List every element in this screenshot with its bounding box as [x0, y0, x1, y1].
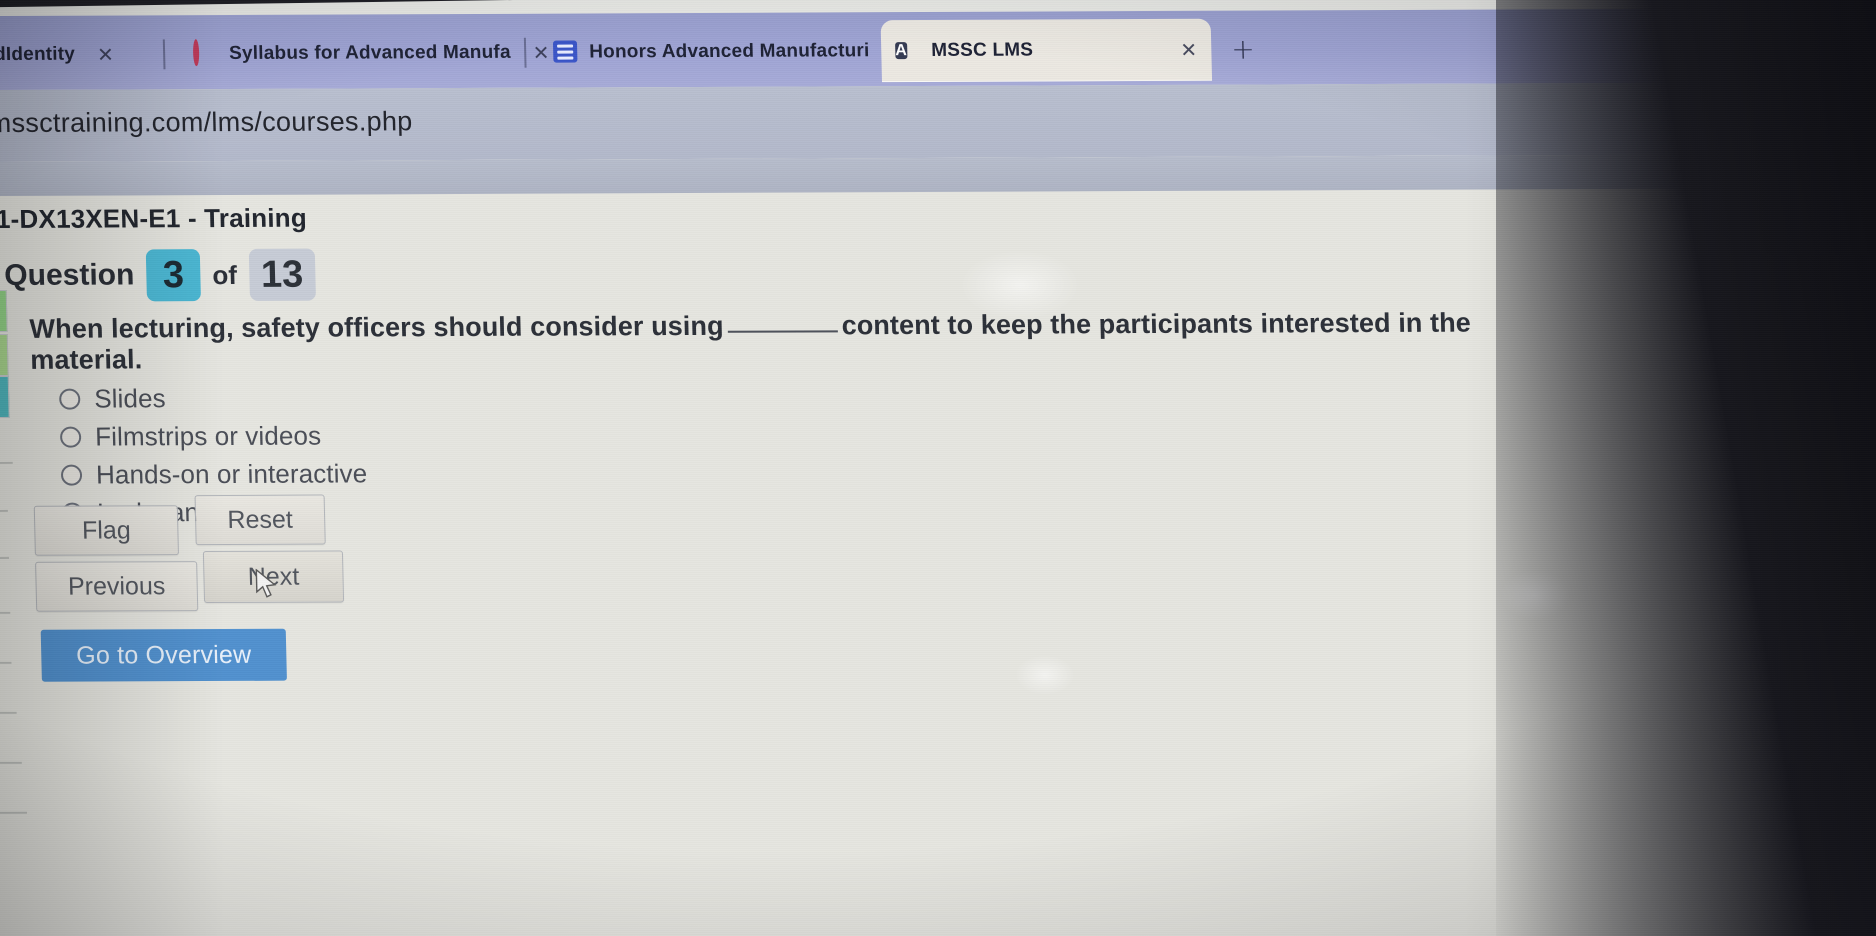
sidebar-color-chip-green	[0, 289, 8, 333]
document-lines-icon	[552, 40, 578, 65]
tab-title: | RapidIdentity	[0, 43, 76, 66]
radio-button-icon[interactable]	[60, 464, 83, 486]
answer-option-slides[interactable]: Slides	[59, 382, 366, 414]
laptop-screen-photo: | RapidIdentity ✕ Syllabus for Advanced …	[0, 0, 1876, 936]
radio-button-icon[interactable]	[59, 426, 82, 448]
page-title: COS1-DX13XEN-E1 - Training	[0, 202, 308, 235]
browser-tab-syllabus[interactable]: Syllabus for Advanced Manufa ✕	[178, 22, 550, 85]
answer-option-label: Hands-on or interactive	[95, 458, 368, 490]
sidebar-color-chip-light-green	[0, 333, 9, 377]
tab-close-icon[interactable]: ✕	[1180, 38, 1198, 62]
tab-separator	[162, 39, 166, 70]
question-label: Question	[3, 258, 135, 292]
new-tab-button[interactable]: +	[1231, 33, 1255, 66]
divider-line	[0, 761, 22, 765]
answer-option-label: Slides	[93, 383, 167, 414]
previous-button[interactable]: Previous	[35, 561, 199, 612]
go-to-overview-button[interactable]: Go to Overview	[40, 628, 287, 682]
question-total-badge: 13	[248, 248, 316, 301]
divider-line	[0, 661, 12, 665]
tab-title: Honors Advanced Manufacturi	[588, 40, 870, 63]
divider-line	[0, 611, 11, 615]
browser-tab-honors-advanced-manufacturing[interactable]: Honors Advanced Manufacturi ✕	[538, 20, 909, 83]
tab-title: MSSC LMS	[931, 39, 1034, 61]
divider-line	[0, 556, 9, 560]
circle-icon	[192, 39, 218, 67]
tab-separator	[523, 37, 527, 68]
radio-button-icon[interactable]	[59, 388, 81, 410]
page-content: COS1-DX13XEN-E1 - Training Question 3 of…	[0, 153, 1876, 936]
divider-line	[0, 509, 8, 513]
browser-tab-strip: | RapidIdentity ✕ Syllabus for Advanced …	[0, 7, 1876, 91]
question-text: When lecturing, safety officers should c…	[29, 307, 1591, 376]
question-of-label: of	[212, 259, 238, 290]
question-header: Question 3 of 13	[3, 248, 316, 302]
address-bar-url[interactable]: mssctraining.com/lms/courses.php	[0, 106, 413, 139]
browser-window: | RapidIdentity ✕ Syllabus for Advanced …	[0, 0, 1876, 936]
question-number-badge: 3	[145, 249, 201, 302]
question-blank	[727, 330, 838, 333]
reset-button[interactable]: Reset	[194, 494, 326, 546]
tab-title: Syllabus for Advanced Manufa	[228, 41, 511, 65]
answer-option-filmstrips-or-videos[interactable]: Filmstrips or videos	[59, 420, 367, 452]
next-button[interactable]: Next	[202, 550, 345, 604]
sidebar-color-chip-teal	[0, 375, 10, 419]
page-top-strip	[0, 153, 1876, 197]
question-text-before-blank: When lecturing, safety officers should c…	[29, 310, 724, 344]
browser-tab-rapididentity[interactable]: | RapidIdentity ✕	[0, 23, 160, 86]
letter-a-icon: A	[895, 42, 908, 60]
browser-tab-mssc-lms[interactable]: A MSSC LMS ✕	[880, 18, 1213, 83]
browser-omnibox-row: ⓘ mssctraining.com/lms/courses.php	[0, 81, 1876, 163]
divider-line	[0, 461, 13, 465]
flag-button[interactable]: Flag	[33, 505, 179, 556]
answer-option-label: Filmstrips or videos	[94, 420, 322, 452]
divider-line	[0, 811, 28, 815]
tab-close-icon[interactable]: ✕	[97, 43, 115, 67]
divider-line	[0, 711, 17, 715]
answer-option-hands-on-or-interactive[interactable]: Hands-on or interactive	[60, 458, 368, 490]
